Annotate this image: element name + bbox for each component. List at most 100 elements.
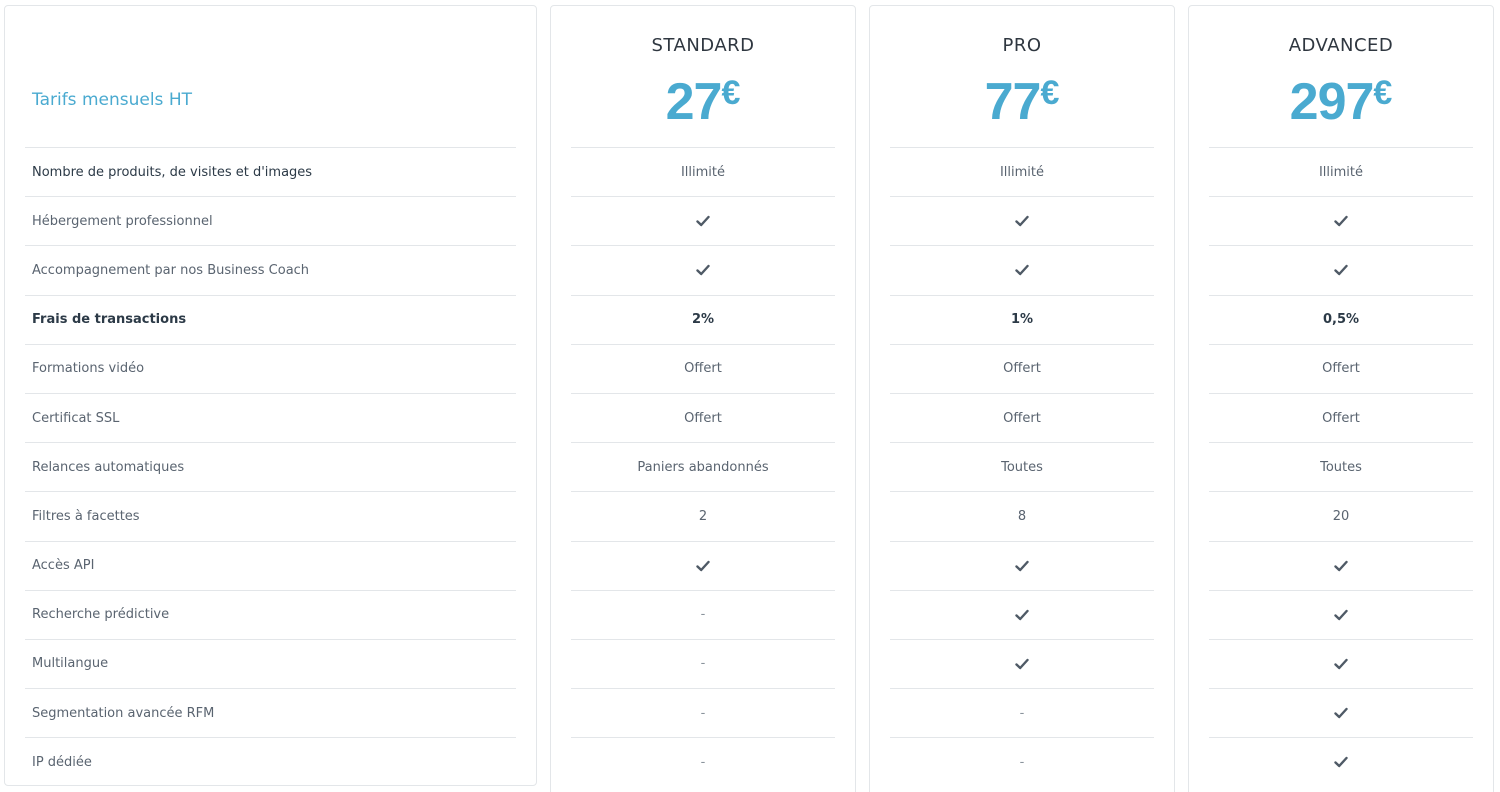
plan-values: Illimité 0,5% Offert Offert Toutes 20 — [1209, 147, 1473, 786]
feature-row: Accès API — [25, 540, 516, 590]
feature-row: Frais de transactions — [25, 294, 516, 344]
feature-label: Filtres à facettes — [32, 508, 140, 524]
plan-value-row: Offert — [571, 343, 835, 393]
check-icon — [1015, 658, 1029, 670]
plan-value: Illimité — [1318, 164, 1364, 180]
check-icon — [1015, 609, 1029, 620]
plan-value-row: 1% — [890, 294, 1154, 344]
plan-value-row: - — [571, 638, 835, 688]
plan-value-row: - — [890, 688, 1154, 737]
plan-value-row: 8 — [890, 491, 1154, 540]
plan-value-row — [1209, 196, 1473, 245]
feature-row: Certificat SSL — [25, 392, 516, 442]
plan-value: Toutes — [1001, 459, 1043, 475]
plan-value-row — [1209, 540, 1473, 590]
plan-value: Illimité — [680, 164, 726, 180]
feature-row: Nombre de produits, de visites et d'imag… — [25, 147, 516, 196]
check-icon — [696, 216, 710, 227]
dash-value: - — [700, 705, 706, 721]
plan-value-row — [890, 245, 1154, 294]
feature-row: Formations vidéo — [25, 343, 516, 393]
plan-value-row: - — [571, 589, 835, 639]
price-currency: € — [1373, 74, 1393, 112]
check-icon — [1334, 265, 1348, 276]
plan-value-row: Illimité — [890, 147, 1154, 196]
dash-value: - — [700, 754, 706, 770]
plan-value: 8 — [1017, 508, 1027, 524]
feature-label: Relances automatiques — [32, 459, 185, 475]
feature-row: Segmentation avancée RFM — [25, 688, 516, 737]
plan-name: ADVANCED — [1288, 35, 1394, 56]
feature-label: Frais de transactions — [32, 312, 187, 328]
plan-value: 2% — [691, 312, 715, 328]
price-amount: 77 — [984, 73, 1042, 131]
dash-value: - — [1019, 705, 1025, 721]
plan-value-row: Toutes — [890, 442, 1154, 491]
feature-label: Accès API — [32, 558, 95, 574]
price-amount: 297 — [1289, 73, 1375, 131]
plan-value-row: - — [890, 737, 1154, 786]
check-icon — [1334, 560, 1348, 571]
check-icon — [1334, 707, 1348, 719]
plan-value: 1% — [1010, 312, 1034, 328]
plan-value-row: Offert — [571, 392, 835, 442]
feature-label: IP dédiée — [32, 754, 92, 770]
plan-value-row: 2 — [571, 491, 835, 540]
plan-value-row: - — [571, 688, 835, 737]
feature-list: Nombre de produits, de visites et d'imag… — [25, 147, 516, 786]
plan-value: Paniers abandonnés — [637, 459, 769, 475]
plan-value-row: Toutes — [1209, 442, 1473, 491]
plan-value: Offert — [684, 410, 722, 426]
feature-row: Filtres à facettes — [25, 491, 516, 540]
plan-value-row — [1209, 245, 1473, 294]
plan-value: 20 — [1332, 508, 1350, 524]
plan-name: PRO — [1002, 35, 1042, 56]
check-icon — [1334, 757, 1348, 768]
plan-name: STANDARD — [651, 35, 755, 56]
plan-value-row: Offert — [1209, 343, 1473, 393]
feature-label: Recherche prédictive — [32, 607, 170, 623]
plan-value-row: Offert — [890, 392, 1154, 442]
feature-label: Segmentation avancée RFM — [32, 705, 215, 721]
plan-value-row: - — [571, 737, 835, 786]
feature-row: IP dédiée — [25, 737, 516, 786]
check-icon — [1334, 216, 1348, 227]
feature-row: Recherche prédictive — [25, 589, 516, 639]
feature-row: Hébergement professionnel — [25, 196, 516, 245]
plan-value: Offert — [1322, 361, 1360, 377]
dash-value: - — [1019, 754, 1025, 770]
feature-row: Accompagnement par nos Business Coach — [25, 245, 516, 294]
feature-label: Multilangue — [32, 656, 109, 672]
plan-value-row — [1209, 638, 1473, 688]
plan-value-row — [890, 638, 1154, 688]
check-icon — [696, 265, 710, 276]
plan-card-standard: STANDARD 27€ Illimité 2% Offert Offert Panie… — [550, 5, 856, 792]
plan-value-row — [571, 196, 835, 245]
price-amount: 27 — [665, 73, 723, 131]
check-icon — [1015, 265, 1029, 276]
plan-value-row: Illimité — [1209, 147, 1473, 196]
plan-value-row — [1209, 737, 1473, 786]
plan-value-row: Offert — [1209, 392, 1473, 442]
plan-values: Illimité 2% Offert Offert Paniers abandonnés… — [571, 147, 835, 786]
plan-value-row — [571, 540, 835, 590]
plan-value-row: Paniers abandonnés — [571, 442, 835, 491]
feature-label: Formations vidéo — [32, 361, 145, 377]
price-currency: € — [1040, 74, 1060, 112]
check-icon — [696, 560, 710, 571]
feature-label: Certificat SSL — [32, 410, 120, 426]
dash-value: - — [700, 607, 706, 623]
plan-value-row — [1209, 688, 1473, 737]
plan-value: 0,5% — [1322, 312, 1360, 328]
plan-value-row: 0,5% — [1209, 294, 1473, 344]
plan-value: Offert — [1003, 361, 1041, 377]
feature-label: Hébergement professionnel — [32, 213, 213, 229]
feature-label: Nombre de produits, de visites et d'imag… — [32, 164, 313, 180]
check-icon — [1015, 216, 1029, 227]
dash-value: - — [700, 656, 706, 672]
plan-value-row — [571, 245, 835, 294]
plan-card-pro: PRO 77€ Illimité 1% Offert Offert Toutes 8 - - — [869, 5, 1175, 792]
plan-value-row — [890, 589, 1154, 639]
feature-label: Accompagnement par nos Business Coach — [32, 262, 310, 278]
plan-value: Offert — [1003, 410, 1041, 426]
